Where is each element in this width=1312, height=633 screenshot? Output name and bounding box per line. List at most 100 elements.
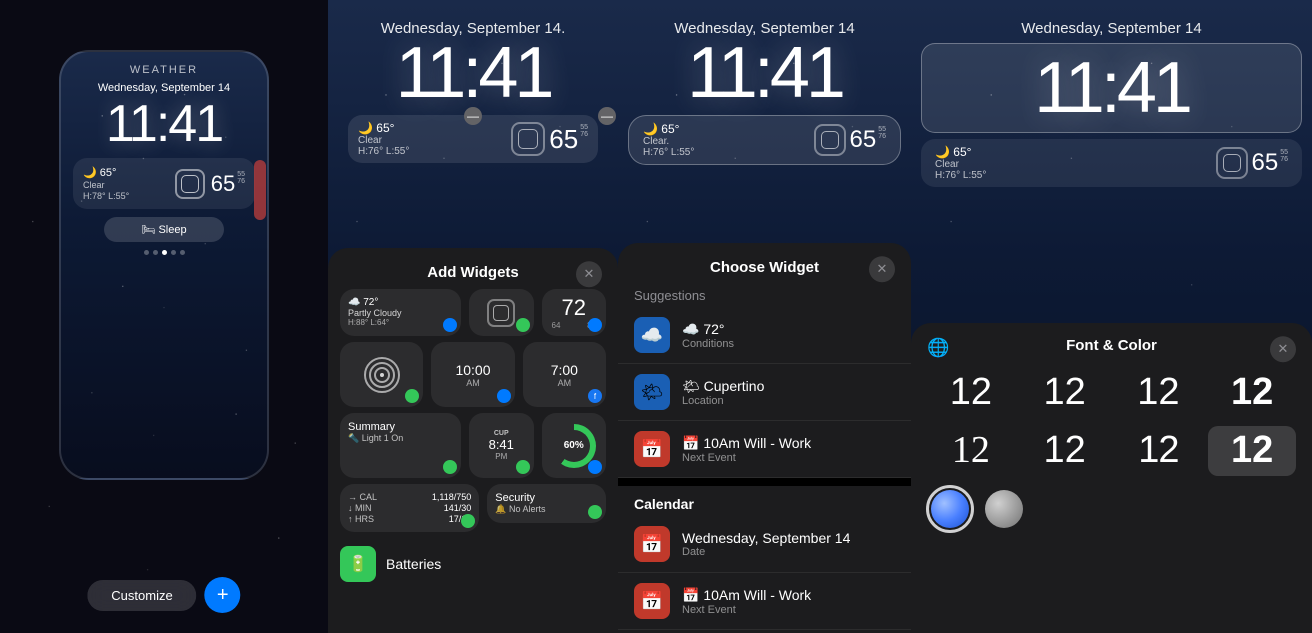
aws-badge-target [405,389,419,403]
aws-badge-summary [443,460,457,474]
side-pill [254,160,266,220]
p4-weather-desc: Clear [935,159,986,170]
plus-button[interactable]: + [205,577,241,613]
aws-clock-am: AM [466,378,480,388]
p3-weather-bar: 🌙 65° Clear. H:76° L:55° 65 55 76 [628,115,901,165]
fcs-title: Font & Color [1066,337,1157,354]
weather-label: WEATHER [61,52,267,76]
choose-widget-sheet: Choose Widget ✕ Suggestions ☁️ ☁️ 72° Co… [618,243,911,633]
cws-cal-event-item[interactable]: 📅 📅 10Am Will - Work Next Event [618,573,911,630]
aws-badge-security [588,505,602,519]
aws-batteries-item[interactable]: 🔋 Batteries [328,538,618,590]
p2-weather-right: 65 55 76 [511,122,588,156]
remove-widget-right-button[interactable]: — [598,107,616,125]
aws-stats-widget[interactable]: → CAL 1,118/750 ↓ MIN 141/30 ↑ HRS 17/12 [340,484,479,532]
dot-3 [162,250,167,255]
p1-temp-small: 55 76 [237,171,245,185]
font-item-regular[interactable]: 12 [1115,368,1203,418]
font-row-1: 12 12 12 12 [911,364,1312,422]
customize-button[interactable]: Customize [87,580,196,611]
cws-item-event-text: 📅 10Am Will - Work Next Event [682,435,811,464]
font-item-condensed[interactable]: 12 [1021,426,1109,476]
aws-hrs-label: ↑ HRS [348,514,374,524]
font-item-thin[interactable]: 12 [927,368,1015,418]
cws-item-conditions[interactable]: ☁️ ☁️ 72° Conditions [618,307,911,364]
aws-cal-val: 1,118/750 [432,492,471,502]
aws-circle-widget[interactable]: 60% [542,413,607,478]
aws-security-widget[interactable]: Security 🔔 No Alerts [487,484,606,523]
panel-3-choose-widget: Wednesday, September 14 11:41 🌙 65° Clea… [618,0,911,633]
aws-summary-widget[interactable]: Summary 🔦 Light 1 On [340,413,461,478]
p3-weather-left: 🌙 65° Clear. H:76° L:55° [643,122,694,158]
cws-item-cupertino[interactable]: 🌤 🌤 Cupertino Location [618,364,911,421]
aws-badge-blue [443,318,457,332]
font-item-rounded[interactable]: 12 [1115,426,1203,476]
aws-summary-sub: 🔦 Light 1 On [348,433,453,444]
conditions-icon: ☁️ [634,317,670,353]
aws-badge-cup [516,460,530,474]
cws-cal-date-item[interactable]: 📅 Wednesday, September 14 Date [618,516,911,573]
cws-cal-event: 📅 10Am Will - Work [682,587,811,604]
p3-watch-icon [814,124,846,156]
p2-weather-temp: 🌙 65° [358,121,409,135]
p1-weather-right: 65 55 76 [175,169,245,199]
p4-time-box: 11:41 [921,43,1302,133]
font-item-semibold[interactable]: 12 [1208,368,1296,418]
p1-date: Wednesday, September 14 [61,82,267,94]
cws-cal-date-text: Wednesday, September 14 Date [682,530,850,558]
p3-watch-face [821,131,839,149]
aws-ww-desc: Partly Cloudy [348,308,453,318]
cws-close-button[interactable]: ✕ [869,256,895,282]
color-gray-button[interactable] [985,490,1023,528]
font-item-serif[interactable]: 12 [927,426,1015,476]
panel-1-lockscreen: WEATHER Wednesday, September 14 11:41 🌙 … [0,0,328,633]
aws-target-widget[interactable] [340,342,423,407]
aws-close-button[interactable]: ✕ [576,261,602,287]
fcs-color-row [911,480,1312,538]
p1-weather-detail: H:78° L:55° [83,191,129,201]
p2-watch-icon [511,122,545,156]
aws-badge-blue-2 [588,318,602,332]
cws-event-sub: Next Event [682,452,811,464]
fcs-close-button[interactable]: ✕ [1270,336,1296,362]
cws-title: Choose Widget [710,259,819,276]
cws-cal-date: Wednesday, September 14 [682,530,850,546]
p4-time: 11:41 [936,52,1287,124]
cws-divider [618,478,911,486]
p4-weather-right: 65 55 76 [1216,147,1289,179]
aws-time-widget1[interactable]: 10:00 AM [431,342,514,407]
cws-item-event[interactable]: 📅 📅 10Am Will - Work Next Event [618,421,911,478]
font-row-2: 12 12 12 12 [911,422,1312,480]
aws-badge-fb: f [588,389,602,403]
cws-event-title: 📅 10Am Will - Work [682,435,811,452]
p4-weather-detail: H:76° L:55° [935,170,986,181]
p2-time: 11:41 [328,37,618,109]
page-dots [61,250,267,255]
aws-number-widget[interactable]: 72 64 88 [542,289,607,336]
color-blue-button[interactable] [931,490,969,528]
batteries-icon: 🔋 [340,546,376,582]
remove-widget-left-button[interactable]: — [464,107,482,125]
event-icon: 📅 [634,431,670,467]
p4-temp-small: 55 76 [1280,149,1288,163]
circle-pct: 60% [564,440,584,451]
aws-watch-widget[interactable] [469,289,534,336]
panel-4-font-color: Wednesday, September 14 11:41 🌙 65° Clea… [911,0,1312,633]
circle-progress: 60% [552,424,596,468]
aws-cup-label: CUP [494,430,509,437]
dot-5 [180,250,185,255]
aws-cup-widget[interactable]: CUP 8:41 PM [469,413,534,478]
aws-ww-detail: H:88° L:64° [348,318,453,327]
aws-time-widget2[interactable]: 7:00 AM f [523,342,606,407]
font-item-light[interactable]: 12 [1021,368,1109,418]
sleep-button[interactable]: 🛏 Sleep [104,217,224,242]
aws-weather-widget[interactable]: ☁️ 72° Partly Cloudy H:88° L:64° [340,289,461,336]
p4-watch-icon [1216,147,1248,179]
p1-watch-icon [175,169,205,199]
aws-row-2: 10:00 AM 7:00 AM f [328,342,618,413]
p1-bottom-bar: Customize + [87,577,240,613]
cws-header: Choose Widget ✕ [618,243,911,284]
fcs-header: 🌐 Font & Color ✕ [911,323,1312,364]
font-item-bold-selected[interactable]: 12 [1208,426,1296,476]
p1-weather-left: 🌙 65° Clear H:78° L:55° [83,166,129,201]
